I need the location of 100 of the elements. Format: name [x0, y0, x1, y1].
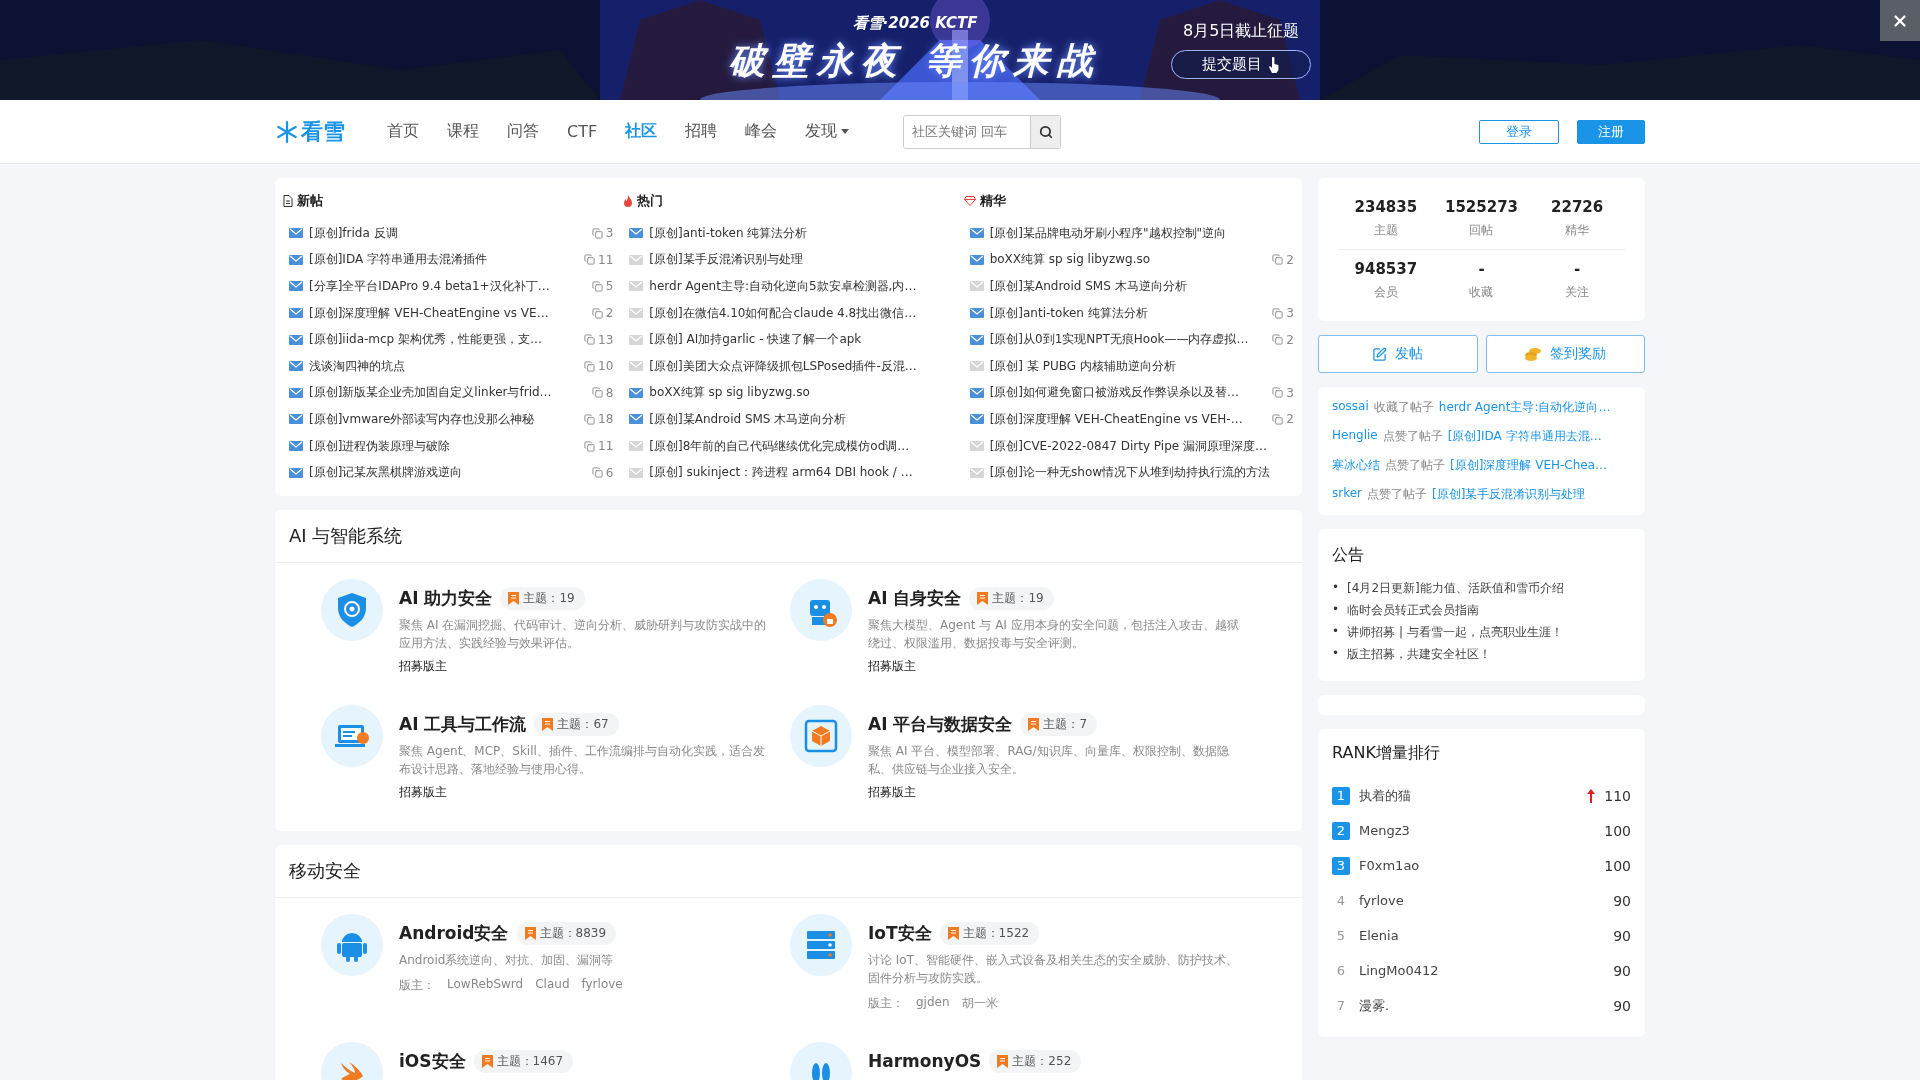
logo-text: 看雪: [301, 117, 345, 146]
post-link[interactable]: [分享]全平台IDAPro 9.4 beta1+汉化补丁…: [309, 278, 586, 295]
post-link[interactable]: [原创] 某 PUBG 内核辅助逆向分析: [989, 357, 1294, 375]
post-link[interactable]: [原创]进程伪装原理与破除: [309, 437, 579, 455]
moderator-link[interactable]: Claud: [535, 976, 570, 994]
bookmark-icon: [977, 591, 989, 605]
gem-icon: [963, 196, 976, 206]
rank-score: 90: [1613, 962, 1631, 979]
post-link[interactable]: [原创]vmware外部读写内存也没那么神秘: [309, 410, 579, 428]
nav-link[interactable]: 问答: [493, 121, 553, 142]
stat-value: 22726: [1551, 198, 1604, 216]
forum-description: Android系统逆向、对抗、加固、漏洞等: [399, 951, 615, 969]
forum-title[interactable]: AI 工具与工作流: [399, 712, 527, 736]
post-link[interactable]: [原创]如何避免窗口被游戏反作弊误杀以及替…: [989, 384, 1267, 402]
post-link[interactable]: [原创]某品牌电动牙刷小程序"越权控制"逆向: [989, 224, 1294, 242]
post-link[interactable]: [原创]记某灰黑棋牌游戏逆向: [309, 464, 586, 482]
nav-link[interactable]: CTF: [553, 122, 612, 141]
user-link[interactable]: 漫雾.: [1359, 996, 1605, 1015]
post-link[interactable]: boXX纯算 sp sig libyzwg.so: [989, 251, 1267, 269]
user-link[interactable]: LingMo0412: [1359, 963, 1605, 978]
reply-count: 11: [598, 252, 614, 267]
post-link[interactable]: [原创]anti-token 纯算法分析: [649, 224, 954, 242]
forum-title[interactable]: iOS安全: [399, 1049, 466, 1073]
section-title: AI 与智能系统: [275, 509, 1302, 563]
rank-number: 1: [1332, 786, 1350, 805]
nav-link[interactable]: 首页: [373, 121, 433, 142]
forum-title[interactable]: AI 自身安全: [868, 586, 962, 610]
post-link[interactable]: [原创]从0到1实现NPT无痕Hook——内存虚拟…: [989, 331, 1267, 349]
nav-link[interactable]: 招聘: [671, 121, 732, 142]
reply-count-icon: [584, 334, 596, 346]
topic-count: 主题：19: [523, 589, 575, 607]
notice-link[interactable]: 讲师招募 | 与看雪一起，点亮职业生涯！: [1347, 624, 1563, 641]
user-link[interactable]: fyrlove: [1359, 893, 1605, 908]
rank-number: 2: [1332, 821, 1350, 840]
post-link[interactable]: [原创]frida 反调: [309, 224, 586, 242]
reply-count-icon: [584, 360, 596, 372]
reply-count: 3: [1286, 385, 1294, 400]
nav-link[interactable]: 发现: [791, 121, 864, 142]
post-link[interactable]: [原创]iida-mcp 架构优秀，性能更强，支…: [309, 331, 579, 349]
recruit-link[interactable]: 招募版主: [399, 657, 447, 675]
user-link[interactable]: Elenia: [1359, 928, 1605, 943]
forum-title[interactable]: IoT安全: [868, 921, 932, 945]
moderator-link[interactable]: fyrlove: [581, 976, 623, 994]
nav-link[interactable]: 峰会: [731, 121, 792, 142]
post-link[interactable]: [原创]CVE-2022-0847 Dirty Pipe 漏洞原理深度…: [989, 437, 1294, 455]
petal-icon: [812, 1062, 830, 1080]
recruit-link[interactable]: 招募版主: [868, 783, 916, 801]
reply-count-icon: [584, 254, 596, 266]
moderator-link[interactable]: gjden: [916, 994, 950, 1012]
post-link[interactable]: [原创]某手反混淆识别与处理: [649, 251, 954, 269]
document-icon: [283, 195, 293, 207]
topic-count: 主题：19: [992, 589, 1044, 607]
bullet-mark: •: [1332, 602, 1340, 618]
moderator-link[interactable]: 胡一米: [961, 994, 998, 1012]
rank-score: 110: [1604, 787, 1631, 804]
rank-number: 7: [1335, 997, 1347, 1015]
post-link[interactable]: [原创]深度理解 VEH-CheatEngine vs VEH-…: [989, 410, 1267, 428]
stat-label: 主题: [1373, 222, 1398, 239]
post-link[interactable]: [原创]美团大众点评降级抓包LSPosed插件-反混…: [649, 357, 954, 375]
post-link[interactable]: [原创]anti-token 纯算法分析: [989, 304, 1267, 322]
reply-count-icon: [591, 307, 603, 319]
activity-text: 点赞了帖子: [1385, 457, 1445, 474]
post-link[interactable]: [原创] sukinject：跨进程 arm64 DBI hook / …: [649, 464, 954, 482]
post-link[interactable]: [原创] AI加持garlic - 快速了解一个apk: [649, 331, 954, 349]
forum-title[interactable]: HarmonyOS: [868, 1051, 982, 1072]
post-link[interactable]: [原创]某Android SMS 木马逆向分析: [649, 410, 954, 428]
forum-title[interactable]: Android安全: [399, 921, 509, 945]
post-link[interactable]: herdr Agent主导:自动化逆向5款安卓检测器,内…: [649, 278, 954, 295]
post-link[interactable]: 浅谈淘四神的坑点: [309, 357, 579, 375]
post-link[interactable]: [原创]某Android SMS 木马逆向分析: [989, 278, 1294, 295]
post-link[interactable]: boXX纯算 sp sig libyzwg.so: [649, 384, 954, 402]
notice-link[interactable]: 临时会员转正式会员指南: [1347, 602, 1480, 619]
notice-link[interactable]: 版主招募，共建安全社区！: [1347, 646, 1492, 663]
submit-button[interactable]: 提交题目: [1171, 50, 1312, 79]
close-button[interactable]: [1880, 0, 1920, 41]
post-link[interactable]: [原创]8年前的自己代码继续优化完成模仿od调…: [649, 437, 954, 455]
stat-value: 948537: [1354, 260, 1418, 278]
post-link[interactable]: [原创]在微信4.10如何配合claude 4.8找出微信…: [649, 304, 954, 322]
nav-link[interactable]: 课程: [433, 121, 493, 142]
recruit-link[interactable]: 招募版主: [399, 783, 447, 801]
topic-count: 主题：7: [1043, 715, 1088, 733]
stat-label: 精华: [1565, 222, 1590, 239]
list-heading: 新帖: [297, 192, 323, 210]
notice-link[interactable]: [4月2日更新]能力值、活跃值和雪币介绍: [1347, 580, 1564, 597]
forum-title[interactable]: AI 助力安全: [399, 586, 493, 610]
moderator-link[interactable]: LowRebSwrd: [447, 976, 524, 994]
post-link[interactable]: [原创]新版某企业壳加固自定义linker与frid…: [309, 384, 586, 402]
post-link[interactable]: [原创]IDA 字符串通用去混淆插件: [309, 251, 579, 269]
reply-count-icon: [1272, 254, 1284, 266]
search-field[interactable]: 社区关键词 回车: [903, 114, 1062, 149]
moderator-label: 版主：: [868, 994, 904, 1012]
search-button[interactable]: [1030, 115, 1061, 148]
rank-score: 90: [1613, 997, 1631, 1014]
post-link[interactable]: [原创]深度理解 VEH-CheatEngine vs VE…: [309, 304, 586, 322]
user-link[interactable]: 执着的猫: [1359, 786, 1579, 805]
forum-title[interactable]: AI 平台与数据安全: [868, 712, 1013, 736]
user-link[interactable]: Mengz3: [1359, 823, 1596, 838]
user-link[interactable]: F0xm1ao: [1359, 858, 1596, 873]
recruit-link[interactable]: 招募版主: [868, 657, 916, 675]
post-link[interactable]: [原创]论一种无show情况下从堆到劫持执行流的方法: [989, 464, 1294, 482]
